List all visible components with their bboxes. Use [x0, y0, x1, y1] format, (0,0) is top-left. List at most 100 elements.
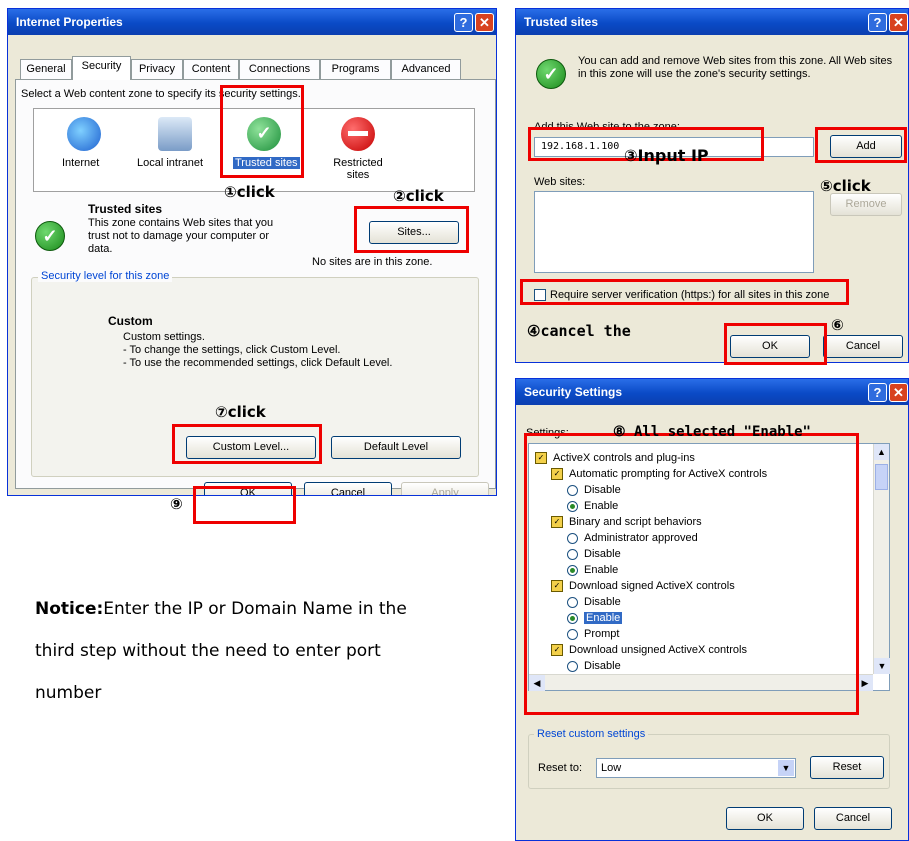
web-sites-label: Web sites: [534, 176, 586, 188]
radio-icon [567, 596, 578, 608]
cancel-button[interactable]: Cancel [304, 482, 392, 495]
setting-category[interactable]: ✓ ActiveX controls and plug-ins [535, 450, 695, 466]
local-intranet-icon[interactable] [158, 117, 192, 151]
trusted-ok-button[interactable]: OK [730, 335, 810, 358]
setting-label: Disable [584, 660, 621, 672]
require-https-checkbox[interactable]: Require server verification (https:) for… [534, 289, 830, 302]
tab-content[interactable]: Content [183, 59, 239, 79]
help-icon[interactable]: ? [868, 13, 887, 32]
setting-label: Disable [584, 548, 621, 560]
vertical-scrollbar[interactable]: ▲ ▼ [873, 444, 890, 674]
tab-privacy[interactable]: Privacy [131, 59, 183, 79]
scroll-up-icon[interactable]: ▲ [874, 444, 889, 460]
notice-line3: number [35, 683, 102, 703]
custom-heading: Custom [108, 314, 153, 328]
setting-radio-option[interactable]: Disable [567, 658, 621, 672]
setting-radio-option[interactable]: Disable [567, 546, 621, 562]
intro-line2: in this zone will use the zone's securit… [578, 68, 811, 80]
tab-advanced[interactable]: Advanced [391, 59, 461, 79]
setting-radio-option[interactable]: Prompt [567, 626, 619, 642]
annotation-step7: ⑦click [215, 403, 266, 421]
require-https-label: Require server verification (https:) for… [550, 289, 830, 301]
scroll-thumb[interactable] [875, 464, 888, 490]
setting-category[interactable]: ✓ Download signed ActiveX controls [551, 578, 735, 594]
internet-properties-titlebar: Internet Properties [8, 9, 496, 35]
setting-radio-option[interactable]: Disable [567, 594, 621, 610]
globe-icon[interactable] [67, 117, 101, 151]
restricted-sites-icon[interactable] [341, 117, 375, 151]
tab-connections[interactable]: Connections [239, 59, 320, 79]
notice-line1: Notice:Enter the IP or Domain Name in th… [35, 588, 455, 630]
setting-radio-option[interactable]: Enable [567, 498, 618, 514]
close-icon[interactable]: ✕ [475, 13, 494, 32]
no-sites-text: No sites are in this zone. [312, 256, 433, 268]
remove-button[interactable]: Remove [830, 193, 902, 216]
setting-radio-option[interactable]: Administrator approved [567, 530, 698, 546]
add-button[interactable]: Add [830, 135, 902, 158]
setting-radio-option[interactable]: Enable [567, 562, 618, 578]
scroll-right-icon[interactable]: ▶ [857, 675, 873, 691]
setting-category[interactable]: ✓ Download unsigned ActiveX controls [551, 642, 747, 658]
radio-icon [567, 660, 578, 672]
annotation-step4: ④cancel the [527, 322, 631, 340]
custom-line2: - To change the settings, click Custom L… [123, 344, 341, 356]
scroll-left-icon[interactable]: ◀ [529, 675, 545, 691]
close-icon[interactable]: ✕ [889, 13, 908, 32]
reset-to-label: Reset to: [538, 762, 583, 774]
security-ok-button[interactable]: OK [726, 807, 804, 830]
add-site-label: Add this Web site to the zone: [534, 121, 680, 133]
reset-legend: Reset custom settings [534, 728, 649, 740]
default-level-button[interactable]: Default Level [331, 436, 461, 459]
ok-button[interactable]: OK [204, 482, 292, 495]
settings-folder-icon: ✓ [551, 580, 563, 593]
trusted-check-icon: ✓ [536, 59, 566, 89]
trusted-cancel-button[interactable]: Cancel [823, 335, 903, 358]
setting-category[interactable]: ✓ Automatic prompting for ActiveX control… [551, 466, 767, 482]
setting-label: Disable [584, 596, 621, 608]
reset-button[interactable]: Reset [810, 756, 884, 779]
custom-line3: - To use the recommended settings, click… [123, 357, 393, 369]
zone-trusted-sites-label[interactable]: Trusted sites [233, 157, 300, 169]
radio-icon [567, 548, 578, 560]
setting-radio-option[interactable]: Disable [567, 482, 621, 498]
setting-label: Enable [584, 500, 619, 512]
close-icon[interactable]: ✕ [889, 383, 908, 402]
security-settings-title: Security Settings [524, 385, 623, 399]
trusted-sites-title: Trusted sites [524, 15, 599, 29]
tab-general[interactable]: General [20, 59, 72, 79]
setting-label: Download signed ActiveX controls [569, 580, 735, 592]
intro-line1: You can add and remove Web sites from th… [578, 55, 893, 67]
web-sites-list[interactable] [534, 191, 814, 273]
settings-tree[interactable]: ✓ ActiveX controls and plug-ins ✓ Automatic… [528, 443, 890, 691]
help-icon[interactable]: ? [454, 13, 473, 32]
setting-radio-option[interactable]: Enable [567, 610, 623, 626]
settings-folder-icon: ✓ [551, 644, 563, 657]
chevron-down-icon[interactable]: ▼ [778, 760, 794, 776]
setting-label: Enable [584, 564, 619, 576]
setting-label: Binary and script behaviors [569, 516, 702, 528]
zone-heading: Trusted sites [88, 202, 163, 216]
help-icon[interactable]: ? [868, 383, 887, 402]
setting-label: Disable [584, 484, 621, 496]
apply-button[interactable]: Apply [401, 482, 489, 495]
security-settings-titlebar: Security Settings [516, 379, 908, 405]
notice-text1: Enter the IP or Domain Name in the [103, 599, 407, 619]
reset-to-select[interactable]: Low ▼ [596, 758, 796, 778]
sites-button[interactable]: Sites... [369, 221, 459, 244]
security-level-legend: Security level for this zone [38, 270, 173, 282]
scroll-down-icon[interactable]: ▼ [874, 658, 890, 674]
tab-security[interactable]: Security [72, 56, 131, 80]
select-zone-text: Select a Web content zone to specify its… [21, 88, 301, 100]
custom-level-button[interactable]: Custom Level... [186, 436, 316, 459]
horizontal-scrollbar[interactable]: ◀ ▶ [529, 674, 873, 691]
trusted-sites-icon[interactable]: ✓ [247, 117, 281, 151]
setting-label: Automatic prompting for ActiveX controls [569, 468, 768, 480]
settings-tree-items: ✓ ActiveX controls and plug-ins ✓ Automatic… [535, 450, 869, 672]
annotation-step6: ⑥ [831, 316, 844, 334]
tab-programs[interactable]: Programs [320, 59, 391, 79]
security-cancel-button[interactable]: Cancel [814, 807, 892, 830]
zone-restricted-sites-label: Restricted sites [333, 157, 383, 181]
annotation-step3: ③Input IP [624, 146, 709, 165]
setting-category[interactable]: ✓ Binary and script behaviors [551, 514, 702, 530]
radio-icon [567, 532, 578, 544]
